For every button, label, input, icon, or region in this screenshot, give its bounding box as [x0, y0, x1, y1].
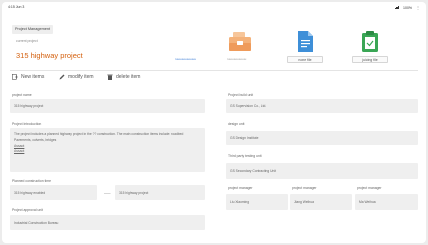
- manager-label: project manager: [292, 186, 317, 190]
- new-items-label: New items: [21, 74, 45, 80]
- project-intro-field[interactable]: The project includes a planned highway p…: [10, 128, 205, 172]
- more-icon[interactable]: ⋮: [416, 5, 420, 10]
- trash-icon: [107, 74, 113, 80]
- manager-field[interactable]: Liu Xiaoming: [226, 194, 288, 210]
- delete-item-label: delete item: [116, 74, 141, 80]
- header-divider: [10, 70, 418, 71]
- project-intro-label: Project Introduction: [12, 122, 42, 126]
- project-name-field[interactable]: 315 highway project: [10, 99, 205, 113]
- manager-field[interactable]: Jiang Weihua: [290, 194, 352, 210]
- planned-start-field[interactable]: 315 highway enabled: [10, 185, 97, 200]
- build-unit-label: Project build unit: [228, 93, 254, 97]
- stat-first[interactable]: ruuuuuuuuuuuu: [175, 57, 227, 61]
- planned-end-field[interactable]: 315 highway project: [115, 185, 205, 200]
- build-unit-field[interactable]: GS Supervision Co., Ltd.: [226, 99, 418, 113]
- document-blue-icon: [298, 31, 313, 52]
- app-frame: 4:15 Jun 3 100% ⋮ Project Management cur…: [2, 2, 426, 243]
- modify-item-button[interactable]: modify item: [59, 74, 107, 80]
- third-party-field[interactable]: GS Secondary Contracting Unit: [226, 163, 418, 179]
- manager-field[interactable]: Ma Weihua: [355, 194, 418, 210]
- manager-label: project manager: [357, 186, 382, 190]
- pencil-icon: [59, 74, 65, 80]
- tile-label: none file: [287, 56, 323, 63]
- clipboard-green-icon: [362, 31, 378, 52]
- battery-level: 100%: [403, 5, 412, 10]
- tile-folder[interactable]: [226, 28, 254, 61]
- status-time: 4:15 Jun 3: [8, 5, 25, 9]
- design-unit-field[interactable]: GS Design Institute: [226, 131, 418, 145]
- folder-orange-icon: [229, 32, 251, 51]
- status-bar: 4:15 Jun 3 100% ⋮: [2, 2, 426, 12]
- project-title[interactable]: 315 highway project: [16, 51, 83, 60]
- status-right: 100% ⋮: [394, 5, 420, 10]
- new-items-button[interactable]: New items: [12, 74, 59, 80]
- action-toolbar: New items modify item delete item: [12, 74, 140, 80]
- intro-link[interactable]: Assaot: [14, 149, 201, 153]
- breadcrumb-tag[interactable]: Project Management: [12, 25, 54, 34]
- signal-icon: [394, 6, 400, 9]
- planned-time-label: Planned construction time: [12, 179, 52, 183]
- intro-link[interactable]: Assaot: [14, 144, 201, 148]
- tile-label: juicing file: [352, 56, 388, 63]
- tile-juicing-file[interactable]: juicing file: [352, 28, 388, 63]
- approval-unit-field[interactable]: Industrial Construction Bureau: [10, 215, 205, 230]
- project-name-label: project name: [12, 93, 32, 97]
- new-item-icon: [12, 74, 18, 80]
- manager-label: project manager: [228, 186, 253, 190]
- range-separator: ——: [104, 191, 111, 195]
- intro-line: Pavements, culverts, bridges: [14, 138, 57, 143]
- modify-item-label: modify item: [68, 74, 94, 80]
- intro-line: The project includes a planned highway p…: [14, 132, 184, 136]
- third-party-label: Third party testing unit: [228, 154, 262, 158]
- delete-item-button[interactable]: delete item: [107, 74, 140, 80]
- design-unit-label: design unit: [228, 122, 245, 126]
- approval-unit-label: Project approval unit: [12, 208, 43, 212]
- tile-none-file[interactable]: none file: [287, 28, 323, 63]
- current-project-label: current project: [16, 39, 38, 43]
